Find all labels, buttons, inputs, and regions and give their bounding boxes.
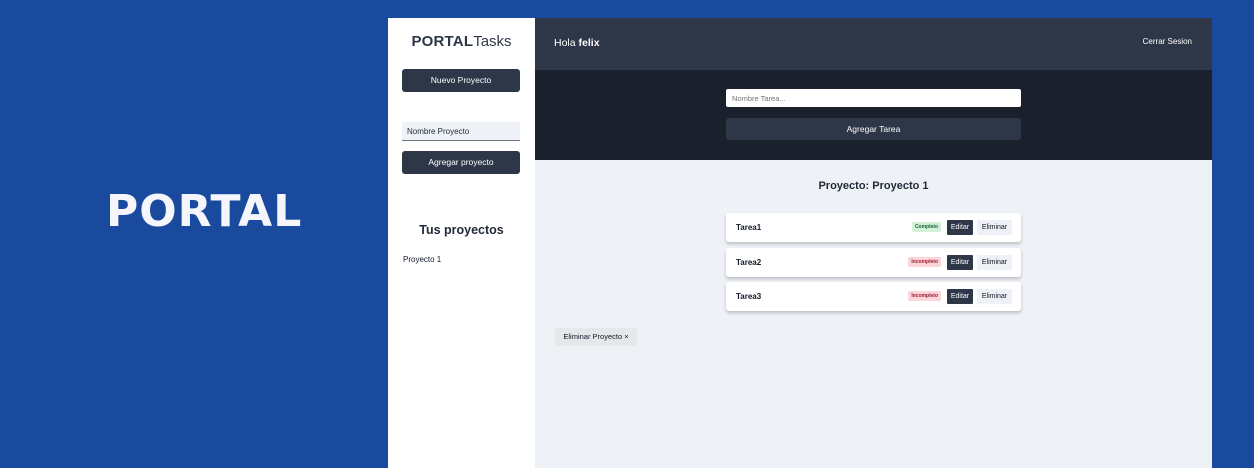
task-name: Tarea2 — [736, 258, 762, 267]
delete-project-button[interactable]: Eliminar Proyecto × — [555, 328, 637, 346]
greeting-text: Hola — [554, 37, 576, 49]
task-form: Agregar Tarea — [535, 70, 1212, 160]
greeting: Hola felix — [554, 37, 600, 49]
username: felix — [578, 37, 600, 49]
edit-task-button[interactable]: Editar — [947, 255, 973, 270]
status-badge[interactable]: Incompleto — [908, 291, 941, 301]
add-project-button[interactable]: Agregar proyecto — [402, 151, 520, 174]
app-logo: PORTALTasks — [388, 33, 535, 50]
project-list-item[interactable]: Proyecto 1 — [403, 255, 441, 264]
task-name: Tarea1 — [736, 223, 762, 232]
task-item: Tarea3 Incompleto Editar Eliminar — [726, 282, 1021, 311]
edit-task-button[interactable]: Editar — [947, 220, 973, 235]
logout-button[interactable]: Cerrar Sesion — [1143, 37, 1192, 46]
app-window: PORTALTasks Nuevo Proyecto Agregar proye… — [388, 18, 1212, 468]
project-title: Proyecto: Proyecto 1 — [818, 180, 929, 192]
project-name-input[interactable] — [402, 122, 520, 141]
new-project-button[interactable]: Nuevo Proyecto — [402, 69, 520, 92]
edit-task-button[interactable]: Editar — [947, 289, 973, 304]
sidebar: PORTALTasks Nuevo Proyecto Agregar proye… — [388, 18, 535, 468]
banner-title: PORTAL — [106, 186, 303, 237]
task-item: Tarea1 Completo Editar Eliminar — [726, 213, 1021, 242]
logo-light: Tasks — [473, 33, 512, 50]
status-badge[interactable]: Completo — [911, 222, 941, 232]
top-header: Hola felix Cerrar Sesion — [535, 18, 1212, 70]
delete-task-button[interactable]: Eliminar — [977, 255, 1012, 270]
add-task-button[interactable]: Agregar Tarea — [726, 118, 1021, 140]
main-content: Hola felix Cerrar Sesion Agregar Tarea P… — [535, 18, 1212, 468]
task-item: Tarea2 Incompleto Editar Eliminar — [726, 248, 1021, 277]
delete-task-button[interactable]: Eliminar — [977, 289, 1012, 304]
projects-heading: Tus proyectos — [419, 223, 504, 237]
logo-bold: PORTAL — [411, 33, 474, 50]
task-name-input[interactable] — [726, 89, 1021, 107]
status-badge[interactable]: Incompleto — [908, 257, 941, 267]
delete-task-button[interactable]: Eliminar — [977, 220, 1012, 235]
task-name: Tarea3 — [736, 292, 762, 301]
